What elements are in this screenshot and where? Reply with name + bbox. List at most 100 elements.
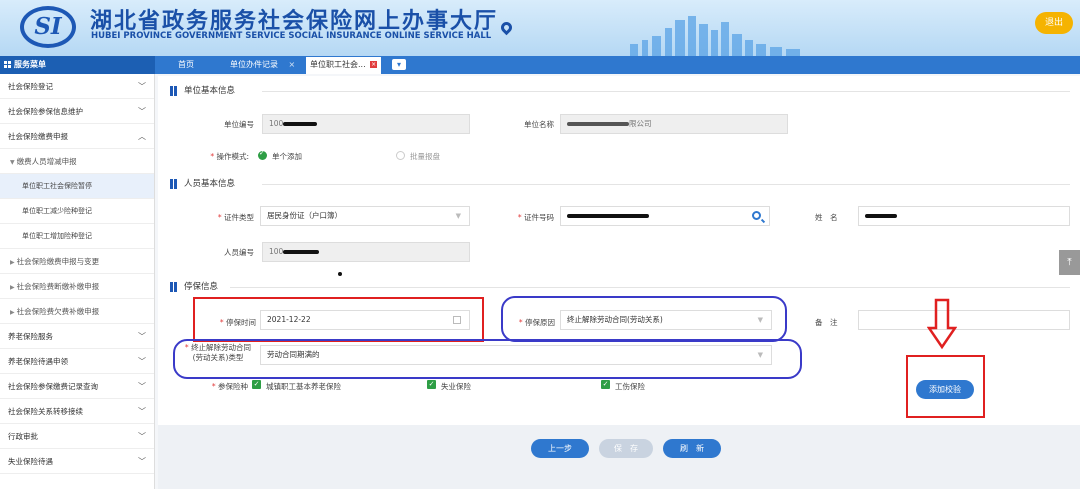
location-pin-icon[interactable]	[498, 19, 515, 36]
id-no-label: * 证件号码	[517, 213, 554, 222]
insurance-type-label-text: 参保险种	[218, 382, 248, 391]
si-logo: SI	[20, 6, 76, 48]
sidebar-item-staff-change-declaration[interactable]: ▼ 缴费人员增减申报	[0, 149, 154, 174]
radio-batch-upload[interactable]	[396, 151, 405, 160]
tab-unit-records[interactable]: 单位办件记录 ×	[230, 56, 295, 74]
id-no-label-text: 证件号码	[524, 213, 554, 222]
sidebar-item-reduce-insurance-type[interactable]: 单位职工减少险种登记	[0, 199, 154, 224]
unit-name-label: 单位名称	[524, 120, 554, 129]
id-type-value: 居民身份证（户口簿）	[267, 211, 342, 220]
sidebar-item-interrupted-payment[interactable]: ▶ 社会保险费断缴补缴申报	[0, 274, 154, 299]
sidebar-item-label: 社会保险缴费申报与变更	[16, 257, 100, 266]
sidebar-item-unemployment-benefit[interactable]: 失业保险待遇 ﹀	[0, 449, 154, 474]
redaction-mark	[865, 214, 897, 218]
sidebar-item-add-insurance-type[interactable]: 单位职工增加险种登记	[0, 224, 154, 249]
sidebar-item-label: 失业保险待遇	[8, 457, 53, 466]
section-title-text: 单位基本信息	[184, 86, 236, 96]
site-subtitle: HUBEI PROVINCE GOVERNMENT SERVICE SOCIAL…	[91, 31, 492, 41]
chevron-down-icon: ﹀	[138, 107, 146, 116]
chevron-down-icon: ﹀	[138, 82, 146, 91]
redaction-mark	[567, 214, 649, 218]
chevron-down-icon: ﹀	[138, 432, 146, 441]
sidebar-item-social-insurance-registration[interactable]: 社会保险登记 ﹀	[0, 74, 154, 99]
annotation-red-box-stop-date	[193, 297, 484, 342]
sidebar-item-label: 社会保险登记	[8, 82, 53, 91]
cursor-dot	[338, 272, 342, 276]
unit-no-field: 100	[262, 114, 470, 134]
remark-label: 备 注	[815, 318, 838, 327]
id-type-select[interactable]: 居民身份证（户口簿） ▼	[260, 206, 470, 226]
sidebar-item-arrears-payment[interactable]: ▶ 社会保险费欠费补缴申报	[0, 299, 154, 324]
unit-no-value: 100	[269, 119, 284, 128]
chevron-down-icon: ﹀	[138, 332, 146, 341]
sidebar-item-pension-benefit-claim[interactable]: 养老保险待遇申领 ﹀	[0, 349, 154, 374]
close-icon[interactable]: ×	[370, 61, 378, 68]
operation-mode-label: * 操作模式:	[210, 152, 249, 161]
sidebar-item-staff-insurance-suspend[interactable]: 单位职工社会保险暂停	[0, 174, 154, 199]
sidebar-item-label: 社会保险参保信息维护	[8, 107, 83, 116]
divider	[230, 287, 1070, 288]
city-skyline-decoration	[630, 16, 800, 56]
service-menu-title: 服务菜单	[0, 56, 155, 74]
chevron-down-icon: ▼	[455, 212, 461, 220]
tab-home[interactable]: 首页	[178, 56, 194, 74]
sidebar-item-label: 社会保险费欠费补缴申报	[16, 307, 100, 316]
service-menu-label: 服务菜单	[14, 60, 46, 69]
redaction-mark	[567, 122, 629, 126]
person-no-value: 100	[269, 247, 284, 256]
exit-button[interactable]: 退出	[1035, 12, 1073, 34]
tab-staff-social-insurance[interactable]: 单位职工社会... ×	[306, 57, 382, 74]
unit-name-value: 限公司	[629, 119, 652, 128]
annotation-down-arrow-icon	[927, 298, 957, 350]
save-button[interactable]: 保 存	[599, 439, 653, 458]
insurance-work-injury-label: 工伤保险	[615, 382, 645, 391]
sidebar-item-relation-transfer[interactable]: 社会保险关系转移接续 ﹀	[0, 399, 154, 424]
section-title-text: 停保信息	[184, 282, 219, 292]
unit-name-field: 限公司	[560, 114, 788, 134]
sidebar-item-administrative-approval[interactable]: 行政审批 ﹀	[0, 424, 154, 449]
sidebar-item-declaration-change[interactable]: ▶ 社会保险缴费申报与变更	[0, 249, 154, 274]
sidebar-item-label: 社会保险费断缴补缴申报	[16, 282, 100, 291]
redaction-mark	[283, 250, 320, 254]
annotation-red-box-add-check	[906, 355, 985, 418]
sidebar-item-label: 社会保险关系转移接续	[8, 407, 83, 416]
radio-single-add[interactable]	[258, 149, 267, 160]
annotation-blue-oval-terminate-type	[173, 339, 802, 379]
top-nav-bar: 服务菜单 首页 单位办件记录 × 单位职工社会... × ▾	[0, 56, 1080, 74]
person-no-field: 100	[262, 242, 470, 262]
section-title-text: 人员基本信息	[184, 179, 236, 189]
triangle-right-icon: ▶	[10, 284, 15, 291]
checkbox-work-injury[interactable]: ✓	[601, 380, 610, 389]
scroll-to-top-button[interactable]: ⤒	[1059, 250, 1080, 275]
annotation-blue-oval-stop-reason	[501, 296, 787, 342]
single-add-label: 单个添加	[272, 152, 302, 161]
name-field	[858, 206, 1070, 226]
insurance-pension-label: 城镇职工基本养老保险	[266, 382, 341, 391]
sidebar-item-payment-record-query[interactable]: 社会保险参保缴费记录查询 ﹀	[0, 374, 154, 399]
batch-upload-label: 批量报盘	[410, 152, 440, 161]
close-icon[interactable]: ×	[289, 60, 296, 69]
section-stop-info-title: 停保信息	[170, 280, 218, 294]
sidebar-item-label: 行政审批	[8, 432, 38, 441]
checkbox-pension[interactable]: ✓	[252, 380, 261, 389]
id-type-label-text: 证件类型	[224, 213, 254, 222]
prev-step-button[interactable]: 上一步	[531, 439, 589, 458]
triangle-down-icon: ▼	[10, 159, 15, 166]
remark-input[interactable]	[858, 310, 1070, 330]
checkbox-unemployment[interactable]: ✓	[427, 380, 436, 389]
sidebar-item-contribution-declaration[interactable]: 社会保险缴费申报 ︿	[0, 124, 154, 149]
sidebar-item-insured-info-maintenance[interactable]: 社会保险参保信息维护 ﹀	[0, 99, 154, 124]
search-icon[interactable]	[752, 211, 761, 220]
more-tabs-icon[interactable]: ▾	[392, 59, 406, 70]
sidebar-item-label: 社会保险缴费申报	[8, 132, 68, 141]
divider	[262, 184, 1070, 185]
sidebar-item-pension-service[interactable]: 养老保险服务 ﹀	[0, 324, 154, 349]
grid-menu-icon	[4, 61, 11, 68]
id-no-input[interactable]	[560, 206, 770, 226]
tab-unit-records-label: 单位办件记录	[230, 60, 278, 69]
chevron-down-icon: ﹀	[138, 357, 146, 366]
sidebar-item-label: 单位职工减少险种登记	[22, 207, 92, 215]
sidebar: 社会保险登记 ﹀ 社会保险参保信息维护 ﹀ 社会保险缴费申报 ︿ ▼ 缴费人员增减申报 …	[0, 74, 155, 489]
refresh-button[interactable]: 刷 新	[663, 439, 721, 458]
person-no-label: 人员编号	[224, 248, 254, 257]
